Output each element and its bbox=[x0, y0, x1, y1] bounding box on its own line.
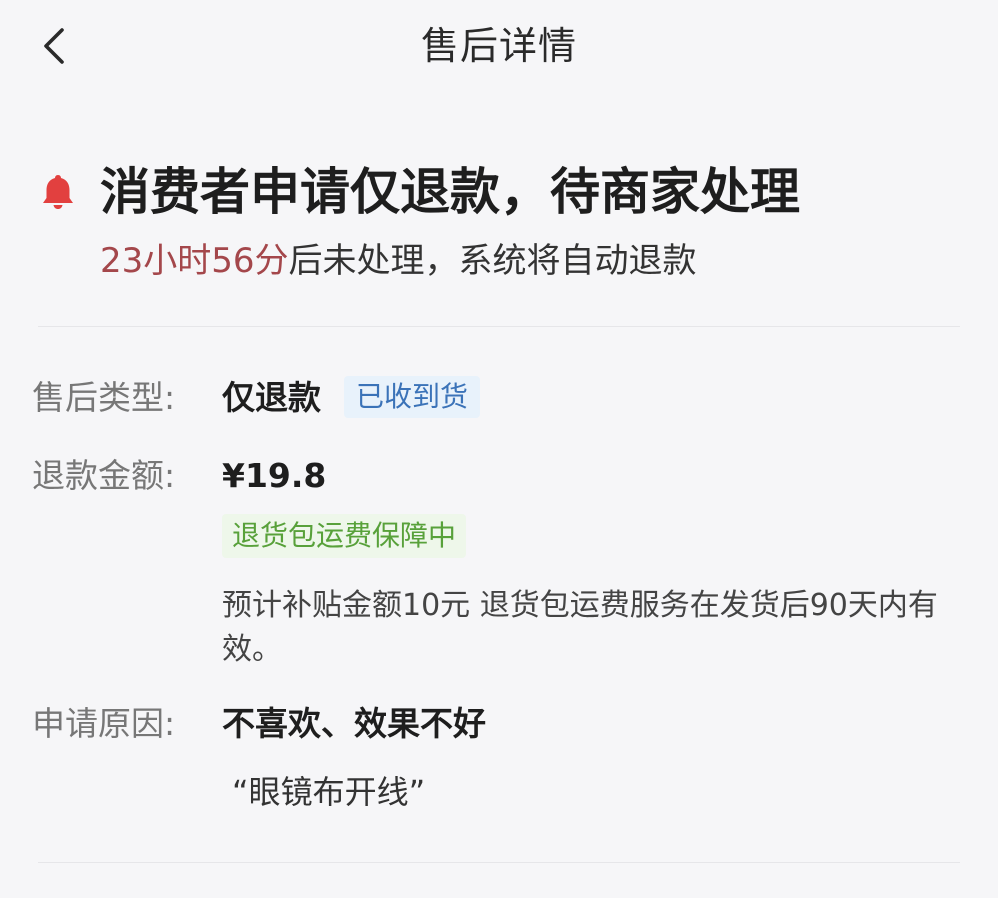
after-sales-detail-page: 售后详情 消费者申请仅退款，待商家处理 23小时56分后未处理，系统将自动退款 … bbox=[0, 0, 998, 898]
subsidy-note: 预计补贴金额10元 退货包运费服务在发货后90天内有效。 bbox=[222, 588, 938, 667]
navigation-bar: 售后详情 bbox=[0, 0, 998, 92]
goods-received-badge: 已收到货 bbox=[344, 376, 481, 418]
type-value: 仅退款 bbox=[222, 378, 321, 417]
bell-icon bbox=[43, 175, 73, 209]
reason-description: “眼镜布开线” bbox=[232, 773, 426, 811]
reason-label: 申请原因: bbox=[32, 704, 176, 743]
amount-label: 退款金额: bbox=[32, 456, 176, 495]
reason-value: 不喜欢、效果不好 bbox=[222, 704, 486, 743]
countdown-suffix: 后未处理，系统将自动退款 bbox=[288, 241, 697, 281]
type-label: 售后类型: bbox=[32, 378, 176, 417]
amount-value: ¥19.8 bbox=[222, 456, 327, 495]
divider bbox=[38, 326, 960, 327]
page-title: 售后详情 bbox=[420, 24, 577, 68]
status-title: 消费者申请仅退款，待商家处理 bbox=[100, 163, 800, 221]
divider-bottom bbox=[38, 862, 960, 863]
countdown-notice: 23小时56分后未处理，系统将自动退款 bbox=[100, 238, 697, 284]
countdown-timer: 23小时56分 bbox=[100, 241, 289, 281]
shipping-guarantee-badge: 退货包运费保障中 bbox=[222, 514, 467, 558]
